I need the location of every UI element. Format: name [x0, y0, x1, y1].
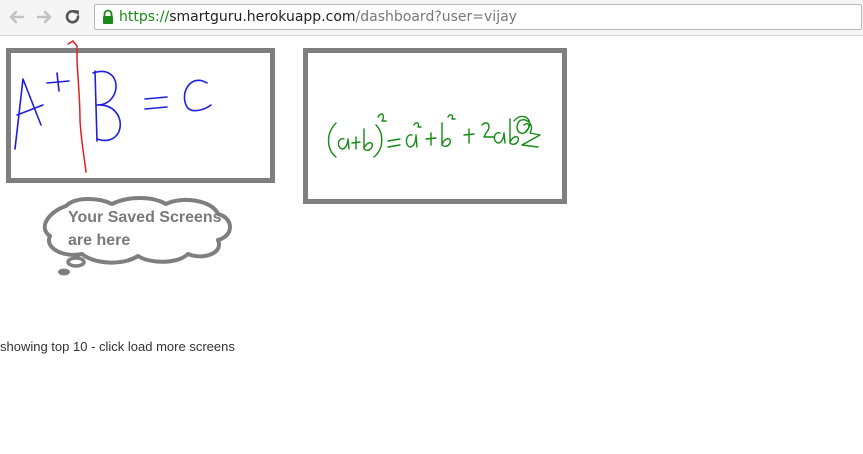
arrow-right-icon	[36, 10, 52, 24]
url-scheme: https://	[119, 9, 170, 25]
back-button[interactable]	[6, 6, 28, 28]
address-bar[interactable]: https://smartguru.herokuapp.com/dashboar…	[94, 4, 862, 30]
handwriting-sketch	[327, 113, 541, 158]
forward-button[interactable]	[33, 6, 55, 28]
browser-toolbar: https://smartguru.herokuapp.com/dashboar…	[0, 0, 863, 36]
url-host: smartguru.herokuapp.com	[169, 9, 356, 25]
url-path: /dashboard?user=vijay	[355, 9, 517, 25]
lock-icon	[103, 9, 113, 24]
reload-button[interactable]	[62, 6, 84, 28]
load-more-note[interactable]: showing top 10 - click load more screens	[0, 339, 235, 354]
saved-screen-2[interactable]	[303, 48, 567, 204]
arrow-left-icon	[9, 10, 25, 24]
saved-screens-tooltip: Your Saved Screens are here	[42, 196, 234, 280]
saved-screen-1[interactable]	[6, 48, 275, 183]
app-window: https://smartguru.herokuapp.com/dashboar…	[0, 0, 863, 454]
url-text: https://smartguru.herokuapp.com/dashboar…	[119, 5, 517, 29]
reload-icon	[65, 9, 80, 24]
tooltip-text: Your Saved Screens are here	[68, 209, 222, 249]
handwriting-sketch	[14, 70, 212, 150]
